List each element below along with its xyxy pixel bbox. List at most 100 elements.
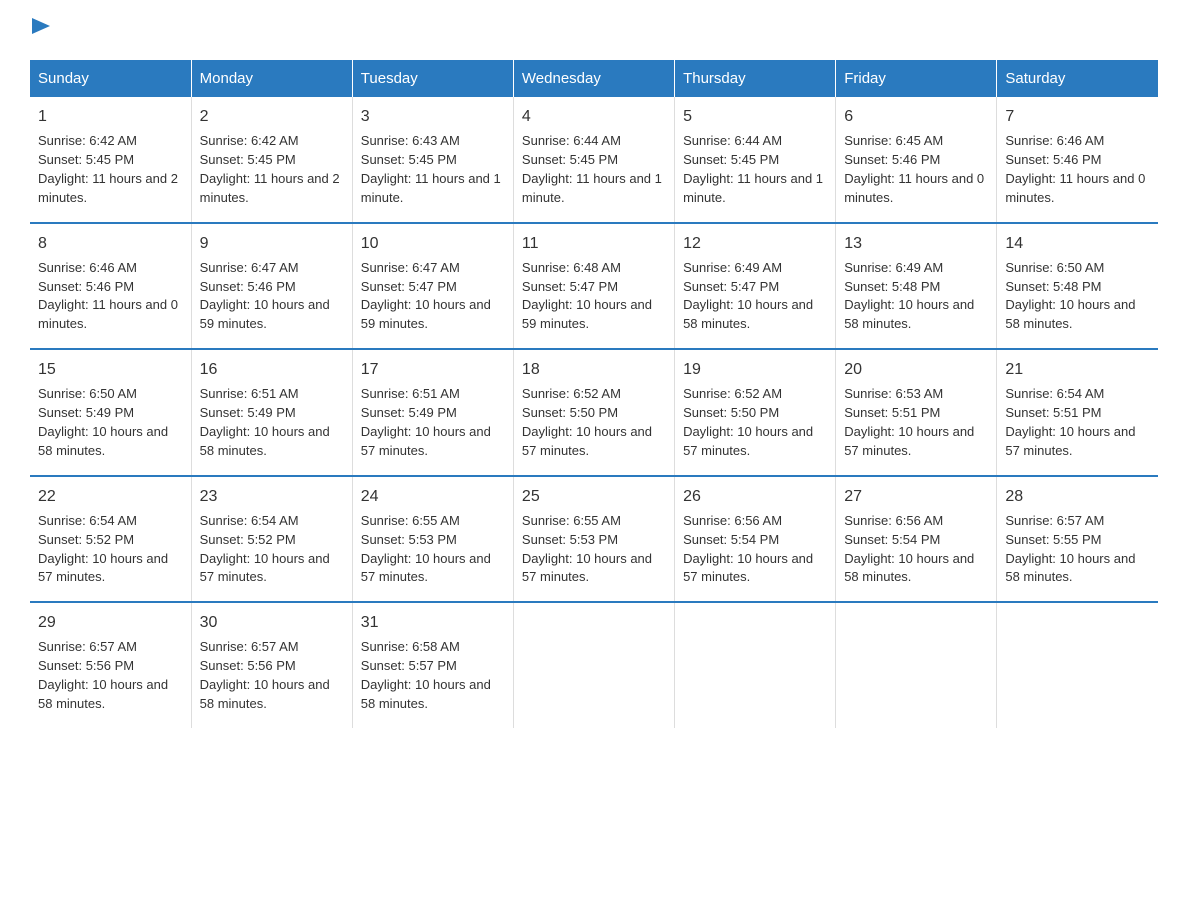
header-thursday: Thursday (675, 60, 836, 97)
day-cell: 7 Sunrise: 6:46 AM Sunset: 5:46 PM Dayli… (997, 97, 1158, 223)
day-cell: 13 Sunrise: 6:49 AM Sunset: 5:48 PM Dayl… (836, 223, 997, 350)
day-sunset: Sunset: 5:47 PM (522, 279, 618, 294)
day-sunrise: Sunrise: 6:55 AM (361, 513, 460, 528)
day-daylight: Daylight: 10 hours and 59 minutes. (200, 297, 330, 331)
day-daylight: Daylight: 10 hours and 58 minutes. (844, 297, 974, 331)
day-sunrise: Sunrise: 6:46 AM (38, 260, 137, 275)
day-cell: 21 Sunrise: 6:54 AM Sunset: 5:51 PM Dayl… (997, 349, 1158, 476)
day-sunset: Sunset: 5:46 PM (38, 279, 134, 294)
calendar-table: SundayMondayTuesdayWednesdayThursdayFrid… (30, 60, 1158, 728)
day-sunset: Sunset: 5:56 PM (38, 658, 134, 673)
day-number: 28 (1005, 485, 1150, 508)
day-number: 15 (38, 358, 183, 381)
week-row-1: 1 Sunrise: 6:42 AM Sunset: 5:45 PM Dayli… (30, 97, 1158, 223)
day-cell: 10 Sunrise: 6:47 AM Sunset: 5:47 PM Dayl… (352, 223, 513, 350)
day-sunset: Sunset: 5:45 PM (38, 152, 134, 167)
day-cell (997, 602, 1158, 728)
day-daylight: Daylight: 11 hours and 1 minute. (522, 171, 662, 205)
day-sunset: Sunset: 5:57 PM (361, 658, 457, 673)
day-number: 30 (200, 611, 344, 634)
day-number: 23 (200, 485, 344, 508)
day-number: 5 (683, 105, 827, 128)
day-sunset: Sunset: 5:46 PM (1005, 152, 1101, 167)
day-sunset: Sunset: 5:45 PM (200, 152, 296, 167)
day-daylight: Daylight: 11 hours and 2 minutes. (38, 171, 178, 205)
day-sunset: Sunset: 5:56 PM (200, 658, 296, 673)
day-sunrise: Sunrise: 6:49 AM (683, 260, 782, 275)
day-sunset: Sunset: 5:54 PM (844, 532, 940, 547)
header-tuesday: Tuesday (352, 60, 513, 97)
day-sunrise: Sunrise: 6:42 AM (38, 133, 137, 148)
day-sunset: Sunset: 5:50 PM (683, 405, 779, 420)
day-number: 29 (38, 611, 183, 634)
day-number: 27 (844, 485, 988, 508)
day-cell: 24 Sunrise: 6:55 AM Sunset: 5:53 PM Dayl… (352, 476, 513, 603)
day-sunset: Sunset: 5:49 PM (361, 405, 457, 420)
day-number: 1 (38, 105, 183, 128)
day-sunrise: Sunrise: 6:44 AM (522, 133, 621, 148)
day-sunset: Sunset: 5:47 PM (683, 279, 779, 294)
day-sunset: Sunset: 5:52 PM (38, 532, 134, 547)
day-sunset: Sunset: 5:51 PM (1005, 405, 1101, 420)
week-row-3: 15 Sunrise: 6:50 AM Sunset: 5:49 PM Dayl… (30, 349, 1158, 476)
day-sunset: Sunset: 5:50 PM (522, 405, 618, 420)
day-sunrise: Sunrise: 6:54 AM (200, 513, 299, 528)
day-sunrise: Sunrise: 6:58 AM (361, 639, 460, 654)
day-number: 24 (361, 485, 505, 508)
day-sunrise: Sunrise: 6:45 AM (844, 133, 943, 148)
day-daylight: Daylight: 10 hours and 58 minutes. (683, 297, 813, 331)
day-sunrise: Sunrise: 6:53 AM (844, 386, 943, 401)
day-cell: 12 Sunrise: 6:49 AM Sunset: 5:47 PM Dayl… (675, 223, 836, 350)
day-cell: 5 Sunrise: 6:44 AM Sunset: 5:45 PM Dayli… (675, 97, 836, 223)
day-daylight: Daylight: 10 hours and 57 minutes. (200, 551, 330, 585)
day-cell: 1 Sunrise: 6:42 AM Sunset: 5:45 PM Dayli… (30, 97, 191, 223)
day-number: 11 (522, 232, 666, 255)
day-cell: 4 Sunrise: 6:44 AM Sunset: 5:45 PM Dayli… (513, 97, 674, 223)
day-number: 22 (38, 485, 183, 508)
header-wednesday: Wednesday (513, 60, 674, 97)
day-cell: 18 Sunrise: 6:52 AM Sunset: 5:50 PM Dayl… (513, 349, 674, 476)
day-daylight: Daylight: 10 hours and 58 minutes. (844, 551, 974, 585)
day-daylight: Daylight: 10 hours and 57 minutes. (38, 551, 168, 585)
day-cell: 30 Sunrise: 6:57 AM Sunset: 5:56 PM Dayl… (191, 602, 352, 728)
day-sunset: Sunset: 5:45 PM (522, 152, 618, 167)
day-number: 12 (683, 232, 827, 255)
day-sunrise: Sunrise: 6:50 AM (38, 386, 137, 401)
header-row: SundayMondayTuesdayWednesdayThursdayFrid… (30, 60, 1158, 97)
day-cell: 2 Sunrise: 6:42 AM Sunset: 5:45 PM Dayli… (191, 97, 352, 223)
day-daylight: Daylight: 10 hours and 57 minutes. (683, 424, 813, 458)
day-cell: 8 Sunrise: 6:46 AM Sunset: 5:46 PM Dayli… (30, 223, 191, 350)
day-sunrise: Sunrise: 6:56 AM (844, 513, 943, 528)
day-sunrise: Sunrise: 6:57 AM (38, 639, 137, 654)
day-cell: 31 Sunrise: 6:58 AM Sunset: 5:57 PM Dayl… (352, 602, 513, 728)
day-number: 3 (361, 105, 505, 128)
day-daylight: Daylight: 10 hours and 59 minutes. (522, 297, 652, 331)
day-number: 14 (1005, 232, 1150, 255)
day-number: 25 (522, 485, 666, 508)
day-daylight: Daylight: 10 hours and 58 minutes. (38, 424, 168, 458)
week-row-2: 8 Sunrise: 6:46 AM Sunset: 5:46 PM Dayli… (30, 223, 1158, 350)
day-sunrise: Sunrise: 6:55 AM (522, 513, 621, 528)
day-daylight: Daylight: 10 hours and 58 minutes. (1005, 297, 1135, 331)
day-sunrise: Sunrise: 6:47 AM (200, 260, 299, 275)
day-sunset: Sunset: 5:49 PM (200, 405, 296, 420)
day-daylight: Daylight: 10 hours and 57 minutes. (361, 424, 491, 458)
day-daylight: Daylight: 10 hours and 58 minutes. (1005, 551, 1135, 585)
day-number: 8 (38, 232, 183, 255)
day-cell: 11 Sunrise: 6:48 AM Sunset: 5:47 PM Dayl… (513, 223, 674, 350)
day-sunrise: Sunrise: 6:51 AM (200, 386, 299, 401)
day-cell: 15 Sunrise: 6:50 AM Sunset: 5:49 PM Dayl… (30, 349, 191, 476)
day-number: 18 (522, 358, 666, 381)
day-number: 2 (200, 105, 344, 128)
day-daylight: Daylight: 10 hours and 57 minutes. (1005, 424, 1135, 458)
day-sunset: Sunset: 5:49 PM (38, 405, 134, 420)
day-number: 17 (361, 358, 505, 381)
logo (30, 20, 52, 40)
day-number: 9 (200, 232, 344, 255)
day-daylight: Daylight: 11 hours and 0 minutes. (844, 171, 984, 205)
day-sunset: Sunset: 5:48 PM (1005, 279, 1101, 294)
day-number: 26 (683, 485, 827, 508)
day-sunset: Sunset: 5:55 PM (1005, 532, 1101, 547)
day-number: 13 (844, 232, 988, 255)
day-number: 20 (844, 358, 988, 381)
